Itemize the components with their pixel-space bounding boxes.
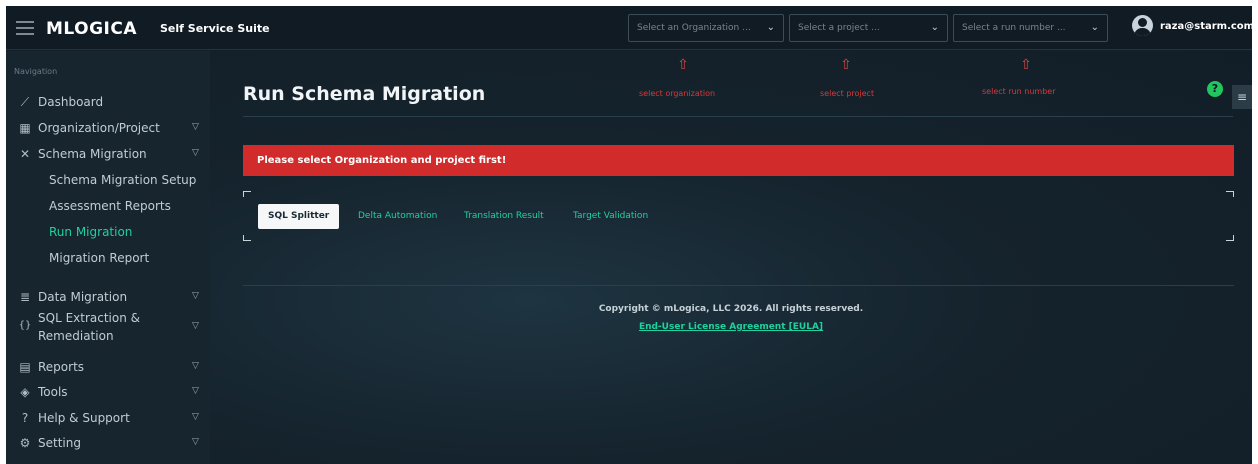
hint-select-organization: select organization [639, 89, 716, 98]
frame-corner [1226, 235, 1234, 241]
sidebar-item-label: Setting [38, 436, 81, 450]
arrow-up-icon: ⇧ [1020, 57, 1032, 73]
chart-line-icon: ⟋ [20, 95, 30, 109]
menu-icon[interactable] [16, 21, 34, 35]
help-icon: ? [21, 411, 29, 425]
frame-corner [243, 235, 251, 241]
caret-down-icon: ▽ [192, 321, 199, 331]
sidebar-item-setting[interactable]: ⚙ Setting ▽ [6, 432, 210, 454]
frame-corner [243, 191, 251, 197]
tab-sql-splitter[interactable]: SQL Splitter [258, 204, 340, 229]
caret-down-icon: ▽ [192, 148, 199, 158]
sidebar-item-schema-migration[interactable]: ✕ Schema Migration ▽ [6, 143, 210, 165]
caret-down-icon: ▽ [192, 361, 199, 371]
sidebar: Navigation ⟋ Dashboard ▦ Organization/Pr… [6, 51, 210, 464]
sidebar-item-organization-project[interactable]: ▦ Organization/Project ▽ [6, 117, 210, 139]
organization-select[interactable]: Select an Organization ... ⌄ [628, 14, 784, 42]
sidebar-item-label: Data Migration [38, 290, 128, 304]
brand-logo: MLOGICA [46, 19, 138, 39]
sidebar-subitem-schema-migration-setup[interactable]: Schema Migration Setup [49, 173, 196, 187]
page-title: Run Schema Migration [243, 83, 486, 105]
sidebar-item-data-migration[interactable]: ≣ Data Migration ▽ [6, 286, 210, 308]
database-icon: ≣ [19, 290, 31, 304]
gear-icon: ⚙ [19, 436, 31, 450]
sidebar-subitem-migration-report[interactable]: Migration Report [49, 251, 149, 265]
title-divider [243, 116, 1233, 117]
copyright-text: Copyright © mLogica, LLC 2026. All right… [598, 304, 864, 314]
hint-select-project: select project [820, 89, 875, 98]
settings-sliders-icon[interactable]: ≡ [1232, 85, 1252, 109]
caret-down-icon: ▽ [192, 412, 199, 422]
tab-delta-automation[interactable]: Delta Automation [358, 204, 437, 229]
run-number-select-placeholder: Select a run number ... [962, 23, 1066, 33]
tools-icon: ✕ [19, 147, 31, 161]
project-select[interactable]: Select a project ... ⌄ [789, 14, 948, 42]
caret-down-icon: ▽ [192, 122, 199, 132]
arrow-up-icon: ⇧ [677, 57, 689, 73]
sidebar-item-label: Organization/Project [38, 121, 160, 135]
sidebar-item-label: SQL Extraction & [38, 311, 140, 325]
nav-heading: Navigation [14, 67, 58, 76]
tab-container: SQL Splitter Delta Automation Translatio… [243, 191, 1234, 241]
project-select-placeholder: Select a project ... [798, 23, 880, 33]
arrow-up-icon: ⇧ [840, 57, 852, 73]
run-number-select[interactable]: Select a run number ... ⌄ [953, 14, 1108, 42]
help-icon[interactable]: ? [1207, 81, 1223, 97]
report-icon: ▤ [19, 360, 31, 374]
sidebar-item-label: Tools [38, 385, 68, 399]
chevron-down-icon: ⌄ [1090, 22, 1099, 33]
error-alert: Please select Organization and project f… [243, 145, 1234, 176]
sidebar-item-dashboard[interactable]: ⟋ Dashboard [6, 91, 210, 113]
user-email[interactable]: raza@starm.com [1160, 21, 1252, 32]
chevron-down-icon: ⌄ [930, 22, 939, 33]
sidebar-item-label: Help & Support [38, 411, 130, 425]
user-avatar-icon[interactable] [1132, 15, 1153, 36]
sidebar-item-reports[interactable]: ▤ Reports ▽ [6, 356, 210, 378]
sidebar-item-label-line2: Remediation [38, 329, 114, 343]
sidebar-item-help-support[interactable]: ? Help & Support ▽ [6, 407, 210, 429]
caret-down-icon: ▽ [192, 437, 199, 447]
top-bar: MLOGICA Self Service Suite Select an Org… [6, 6, 1252, 50]
frame-corner [1226, 191, 1234, 197]
sidebar-item-sql-extraction[interactable]: {} SQL Extraction & Remediation ▽ [6, 311, 210, 351]
hint-select-run-number: select run number [982, 87, 1056, 96]
sidebar-item-label: Dashboard [38, 95, 104, 109]
main-content: Run Schema Migration ⇧ ⇧ ⇧ select organi… [210, 51, 1252, 464]
caret-down-icon: ▽ [192, 386, 199, 396]
eula-link[interactable]: End-User License Agreement [EULA] [210, 322, 1252, 332]
chevron-down-icon: ⌄ [766, 22, 775, 33]
layers-icon: ◈ [20, 385, 30, 399]
sidebar-item-label: Reports [38, 360, 85, 374]
tab-translation-result[interactable]: Translation Result [464, 204, 544, 229]
braces-icon: {} [18, 320, 32, 331]
brand-subtitle: Self Service Suite [160, 22, 270, 35]
app-window: MLOGICA Self Service Suite Select an Org… [6, 6, 1252, 464]
tab-target-validation[interactable]: Target Validation [573, 204, 648, 229]
sidebar-item-label: Schema Migration [38, 147, 147, 161]
caret-down-icon: ▽ [192, 291, 199, 301]
sidebar-subitem-run-migration[interactable]: Run Migration [49, 225, 132, 239]
grid-icon: ▦ [19, 121, 31, 135]
organization-select-placeholder: Select an Organization ... [637, 23, 751, 33]
sidebar-subitem-assessment-reports[interactable]: Assessment Reports [49, 199, 171, 213]
sidebar-item-tools[interactable]: ◈ Tools ▽ [6, 381, 210, 403]
footer-divider [243, 285, 1234, 286]
